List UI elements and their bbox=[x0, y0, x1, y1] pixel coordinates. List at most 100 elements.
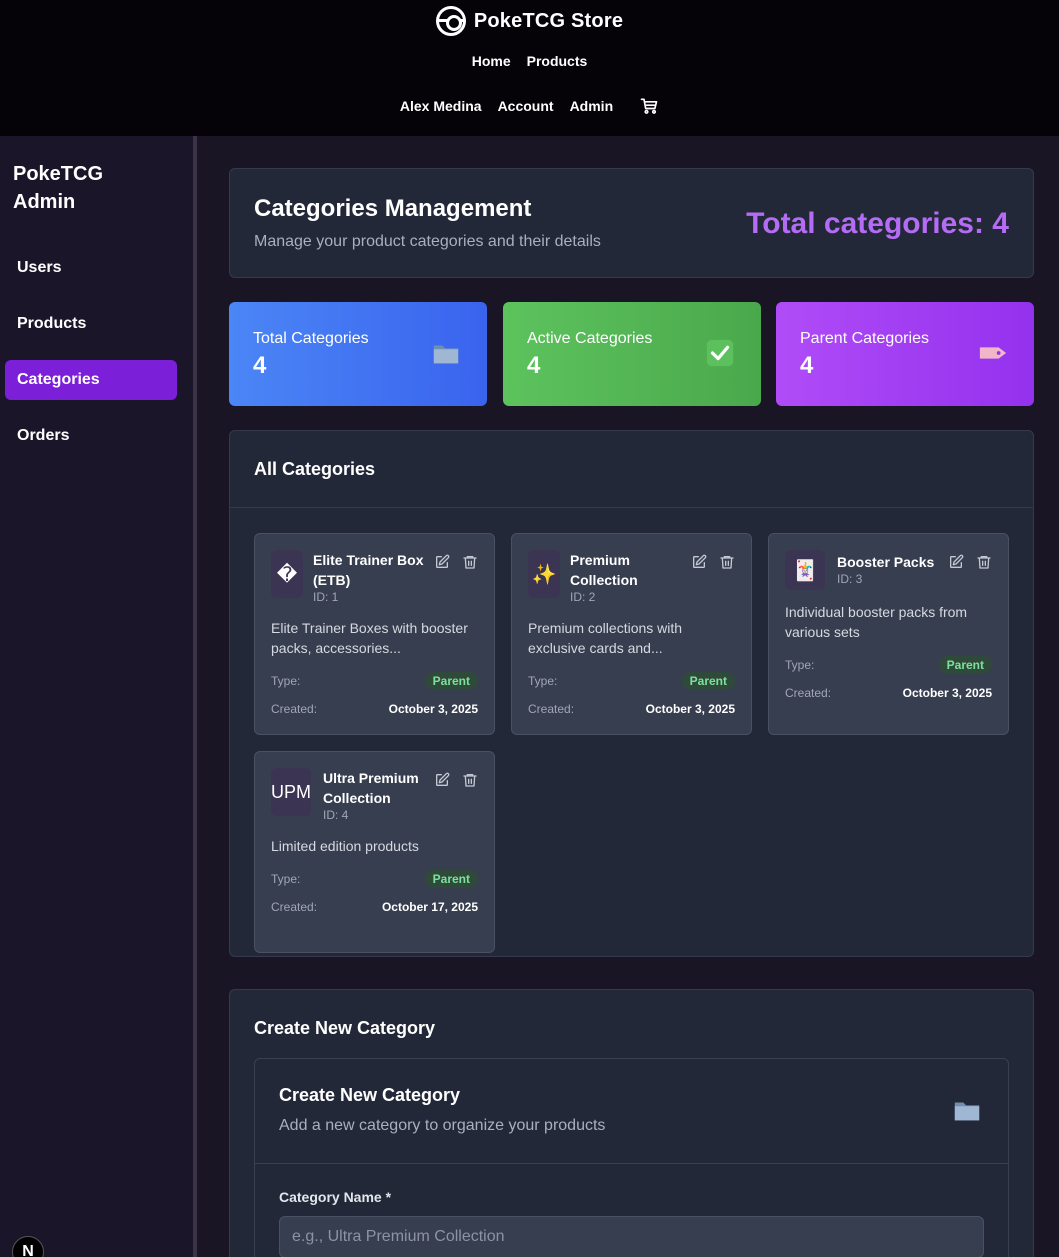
user-nav: Alex Medina Account Admin bbox=[0, 96, 1059, 116]
top-navbar: PokeTCG Store Home Products Alex Medina … bbox=[0, 0, 1059, 136]
delete-icon[interactable] bbox=[976, 554, 992, 575]
check-icon bbox=[705, 338, 737, 370]
user-name-link[interactable]: Alex Medina bbox=[400, 98, 482, 114]
page-title: Categories Management bbox=[254, 195, 532, 222]
sidebar-title: PokeTCG Admin bbox=[13, 163, 104, 213]
category-icon: UPM bbox=[271, 768, 311, 816]
type-label: Type: bbox=[271, 674, 301, 688]
total-categories-count: Total categories: 4 bbox=[746, 207, 1009, 240]
status-badge: Parent bbox=[681, 672, 735, 690]
card-actions bbox=[434, 772, 478, 793]
type-row: Type: Parent bbox=[271, 870, 478, 888]
sidebar-item-users[interactable]: Users bbox=[5, 248, 177, 288]
type-row: Type: Parent bbox=[528, 672, 735, 690]
edit-icon[interactable] bbox=[434, 554, 450, 575]
created-label: Created: bbox=[271, 702, 318, 716]
card-actions bbox=[434, 554, 478, 575]
edit-icon[interactable] bbox=[948, 554, 964, 575]
section-title: All Categories bbox=[254, 459, 376, 479]
sidebar-item-products[interactable]: Products bbox=[5, 304, 177, 344]
admin-sidebar: PokeTCG Admin Users Products Categories … bbox=[0, 136, 193, 1257]
brand-name: PokeTCG Store bbox=[473, 9, 624, 32]
section-title: Create New Category bbox=[254, 1018, 436, 1038]
category-name: Ultra Premium Collection bbox=[323, 770, 419, 806]
category-card[interactable]: ✨ Premium Collection ID: 2 Premium colle… bbox=[511, 533, 752, 735]
type-label: Type: bbox=[528, 674, 558, 688]
type-label: Type: bbox=[271, 872, 301, 886]
created-date: October 3, 2025 bbox=[645, 702, 735, 716]
create-category-panel: Create New Category Create New Category … bbox=[229, 989, 1034, 1257]
edit-icon[interactable] bbox=[691, 554, 707, 575]
divider bbox=[230, 507, 1033, 508]
form-title: Create New Category bbox=[279, 1085, 461, 1105]
category-name: Premium Collection bbox=[570, 552, 638, 588]
tag-icon bbox=[978, 338, 1010, 370]
type-row: Type: Parent bbox=[785, 656, 992, 674]
status-badge: Parent bbox=[938, 656, 992, 674]
created-row: Created: October 3, 2025 bbox=[528, 702, 735, 716]
category-icon: 🃏 bbox=[785, 550, 825, 590]
stat-label: Active Categories bbox=[527, 330, 653, 347]
delete-icon[interactable] bbox=[462, 772, 478, 793]
category-name-label: Category Name * bbox=[279, 1189, 392, 1205]
category-id: ID: 3 bbox=[837, 572, 863, 586]
created-label: Created: bbox=[528, 702, 575, 716]
page-header-panel: Categories Management Manage your produc… bbox=[229, 168, 1034, 278]
stat-value: 4 bbox=[253, 352, 267, 379]
stat-card-parent: Parent Categories 4 bbox=[776, 302, 1034, 406]
category-icon: � bbox=[271, 550, 303, 598]
stat-value: 4 bbox=[800, 352, 814, 379]
folder-icon bbox=[431, 338, 463, 370]
stat-label: Total Categories bbox=[253, 330, 369, 347]
sidebar-item-orders[interactable]: Orders bbox=[5, 416, 177, 456]
account-link[interactable]: Account bbox=[498, 98, 554, 114]
form-subtitle: Add a new category to organize your prod… bbox=[279, 1117, 606, 1134]
category-icon: ✨ bbox=[528, 550, 560, 598]
pokeball-logo-icon bbox=[435, 6, 466, 36]
created-label: Created: bbox=[785, 686, 832, 700]
edit-icon[interactable] bbox=[434, 772, 450, 793]
card-actions bbox=[691, 554, 735, 575]
divider bbox=[255, 1163, 1008, 1164]
cart-icon[interactable] bbox=[639, 96, 659, 116]
nav-products-link[interactable]: Products bbox=[527, 53, 588, 69]
created-label: Created: bbox=[271, 900, 318, 914]
sidebar-item-categories[interactable]: Categories bbox=[5, 360, 177, 400]
stat-card-active: Active Categories 4 bbox=[503, 302, 761, 406]
category-description: Limited edition products bbox=[271, 838, 419, 854]
brand-link[interactable]: PokeTCG Store bbox=[0, 6, 1059, 36]
nav-home-link[interactable]: Home bbox=[472, 53, 511, 69]
delete-icon[interactable] bbox=[719, 554, 735, 575]
status-badge: Parent bbox=[424, 672, 478, 690]
category-card[interactable]: UPM Ultra Premium Collection ID: 4 Limit… bbox=[254, 751, 495, 953]
sidebar-divider bbox=[193, 136, 197, 1257]
type-row: Type: Parent bbox=[271, 672, 478, 690]
category-card[interactable]: � Elite Trainer Box (ETB) ID: 1 Elite Tr… bbox=[254, 533, 495, 735]
category-id: ID: 4 bbox=[323, 808, 349, 822]
category-name: Elite Trainer Box (ETB) bbox=[313, 552, 424, 588]
main-nav: Home Products bbox=[0, 53, 1059, 69]
created-date: October 17, 2025 bbox=[381, 900, 478, 914]
created-date: October 3, 2025 bbox=[902, 686, 992, 700]
category-name-input[interactable] bbox=[279, 1216, 984, 1257]
category-id: ID: 1 bbox=[313, 590, 339, 604]
delete-icon[interactable] bbox=[462, 554, 478, 575]
status-badge: Parent bbox=[424, 870, 478, 888]
category-id: ID: 2 bbox=[570, 590, 596, 604]
category-description: Premium collections with exclusive cards… bbox=[528, 620, 683, 656]
type-label: Type: bbox=[785, 658, 815, 672]
stat-value: 4 bbox=[527, 352, 541, 379]
category-description: Elite Trainer Boxes with booster packs, … bbox=[271, 620, 468, 656]
category-description: Individual booster packs from various se… bbox=[785, 604, 968, 640]
stat-label: Parent Categories bbox=[800, 330, 929, 347]
created-date: October 3, 2025 bbox=[388, 702, 478, 716]
create-category-form: Create New Category Add a new category t… bbox=[254, 1058, 1009, 1257]
created-row: Created: October 3, 2025 bbox=[785, 686, 992, 700]
created-row: Created: October 3, 2025 bbox=[271, 702, 478, 716]
all-categories-panel: All Categories � Elite Trainer Box (ETB)… bbox=[229, 430, 1034, 957]
category-card[interactable]: 🃏 Booster Packs ID: 3 Individual booster… bbox=[768, 533, 1009, 735]
created-row: Created: October 17, 2025 bbox=[271, 900, 478, 914]
admin-link[interactable]: Admin bbox=[570, 98, 614, 114]
category-name: Booster Packs bbox=[837, 554, 935, 570]
card-actions bbox=[948, 554, 992, 575]
